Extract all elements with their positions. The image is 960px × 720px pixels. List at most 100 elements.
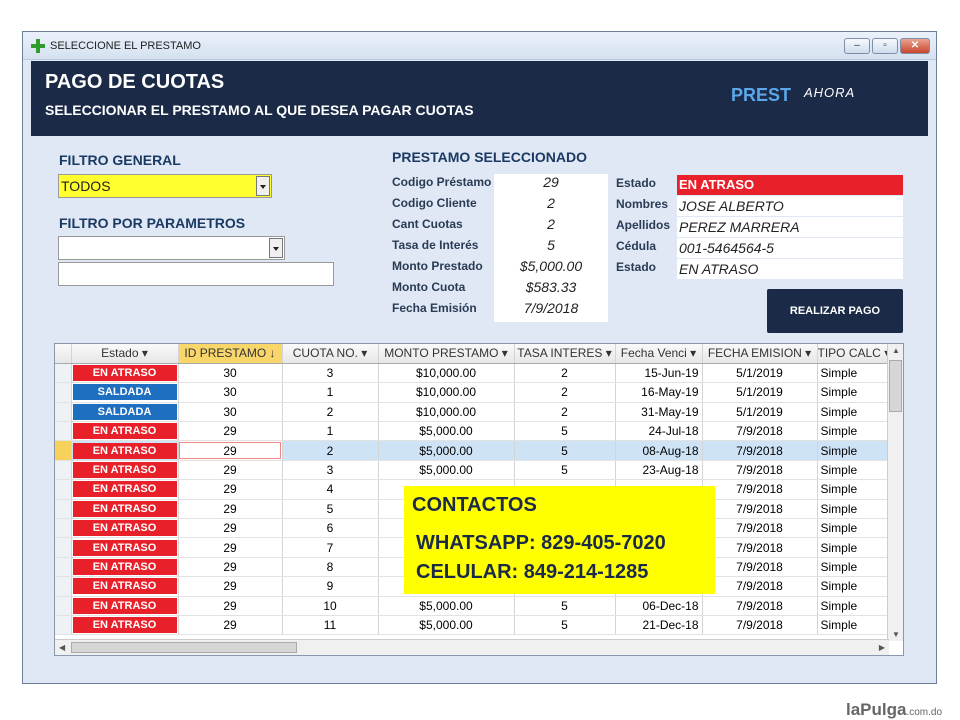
cell-monto-prestamo[interactable]: $5,000.00 <box>378 615 515 636</box>
row-selector[interactable] <box>55 499 72 520</box>
cell-fecha-venci[interactable]: 08-Aug-18 <box>615 440 703 461</box>
cell-fecha-emision[interactable]: 7/9/2018 <box>702 615 818 636</box>
cell-tipo-calc[interactable]: Simple <box>817 499 890 520</box>
cell-id-prestamo[interactable]: 29 <box>178 460 283 481</box>
cell-cuota-no[interactable]: 11 <box>282 615 379 636</box>
row-selector[interactable] <box>55 518 72 539</box>
cell-tasa-interes[interactable]: 5 <box>514 596 616 616</box>
cell-cuota-no[interactable]: 1 <box>282 382 379 403</box>
cell-estado[interactable]: EN ATRASO <box>71 460 179 481</box>
cell-monto-prestamo[interactable]: $5,000.00 <box>378 440 515 461</box>
close-button[interactable]: ✕ <box>900 37 930 54</box>
table-row[interactable]: EN ATRASO 30 3 $10,000.00 2 15-Jun-19 5/1/2019… <box>55 363 890 384</box>
cell-cuota-no[interactable]: 10 <box>282 596 379 616</box>
vertical-scroll-thumb[interactable] <box>889 360 902 412</box>
column-header-tasa-interes[interactable]: TASA INTERES ▾ <box>514 344 616 364</box>
cell-fecha-emision[interactable]: 7/9/2018 <box>702 557 818 578</box>
cell-estado[interactable]: EN ATRASO <box>71 576 179 597</box>
cell-tasa-interes[interactable]: 5 <box>514 460 616 481</box>
cell-estado[interactable]: EN ATRASO <box>71 421 179 442</box>
cell-estado[interactable]: EN ATRASO <box>71 537 179 558</box>
cell-fecha-venci[interactable]: 21-Dec-18 <box>615 615 703 636</box>
cell-tipo-calc[interactable]: Simple <box>817 537 890 558</box>
cell-fecha-venci[interactable]: 15-Jun-19 <box>615 363 703 384</box>
cell-tipo-calc[interactable]: Simple <box>817 421 890 442</box>
param-filter-input[interactable] <box>58 262 334 286</box>
column-header-monto-prestamo[interactable]: MONTO PRESTAMO ▾ <box>378 344 515 364</box>
cell-estado[interactable]: EN ATRASO <box>71 557 179 578</box>
cell-cuota-no[interactable]: 5 <box>282 499 379 520</box>
column-header-id-prestamo[interactable]: ID PRESTAMO ↓ <box>178 344 283 364</box>
scroll-up-icon[interactable]: ▲ <box>892 346 900 355</box>
cell-fecha-emision[interactable]: 7/9/2018 <box>702 537 818 558</box>
row-selector[interactable] <box>55 363 72 384</box>
column-header-fecha-venci[interactable]: Fecha Venci ▾ <box>615 344 703 364</box>
cell-id-prestamo[interactable]: 29 <box>178 596 283 616</box>
cell-estado[interactable]: EN ATRASO <box>71 518 179 539</box>
cell-monto-prestamo[interactable]: $10,000.00 <box>378 382 515 403</box>
cell-tipo-calc[interactable]: Simple <box>817 596 890 616</box>
row-selector[interactable] <box>55 479 72 500</box>
cell-monto-prestamo[interactable]: $5,000.00 <box>378 421 515 442</box>
cell-tasa-interes[interactable]: 2 <box>514 402 616 423</box>
column-header-fecha-emision[interactable]: FECHA EMISION ▾ <box>702 344 818 364</box>
row-selector[interactable] <box>55 615 72 636</box>
cell-tipo-calc[interactable]: Simple <box>817 402 890 423</box>
cell-fecha-emision[interactable]: 5/1/2019 <box>702 402 818 423</box>
cell-cuota-no[interactable]: 9 <box>282 576 379 597</box>
column-header-cuota-no[interactable]: CUOTA NO. ▾ <box>282 344 379 364</box>
cell-tasa-interes[interactable]: 5 <box>514 421 616 442</box>
cell-fecha-emision[interactable]: 7/9/2018 <box>702 596 818 616</box>
param-filter-select[interactable] <box>58 236 285 260</box>
cell-id-prestamo[interactable]: 29 <box>178 518 283 539</box>
cell-tasa-interes[interactable]: 5 <box>514 615 616 636</box>
maximize-button[interactable]: ▫ <box>872 37 898 54</box>
row-selector[interactable] <box>55 596 72 616</box>
cell-cuota-no[interactable]: 2 <box>282 402 379 423</box>
cell-fecha-emision[interactable]: 7/9/2018 <box>702 499 818 520</box>
cell-monto-prestamo[interactable]: $5,000.00 <box>378 460 515 481</box>
cell-tipo-calc[interactable]: Simple <box>817 576 890 597</box>
cell-estado[interactable]: SALDADA <box>71 402 179 423</box>
cell-estado[interactable]: SALDADA <box>71 382 179 403</box>
row-selector[interactable] <box>55 460 72 481</box>
cell-tipo-calc[interactable]: Simple <box>817 615 890 636</box>
cell-fecha-emision[interactable]: 5/1/2019 <box>702 363 818 384</box>
cell-id-prestamo[interactable]: 29 <box>178 421 283 442</box>
cell-id-prestamo[interactable]: 29 <box>178 615 283 636</box>
column-header-tipo-calc[interactable]: TIPO CALC ▾ <box>817 344 890 364</box>
cell-estado[interactable]: EN ATRASO <box>71 499 179 520</box>
cell-cuota-no[interactable]: 3 <box>282 363 379 384</box>
cell-id-prestamo[interactable]: 30 <box>178 363 283 384</box>
table-row[interactable]: EN ATRASO 29 2 $5,000.00 5 08-Aug-18 7/9/2018 S… <box>55 440 890 461</box>
vertical-scrollbar[interactable]: ▲ ▼ <box>887 344 903 641</box>
cell-cuota-no[interactable]: 7 <box>282 537 379 558</box>
cell-tipo-calc[interactable]: Simple <box>817 440 890 461</box>
general-filter-select[interactable]: TODOS <box>58 174 272 198</box>
cell-estado[interactable]: EN ATRASO <box>71 479 179 500</box>
cell-id-prestamo[interactable]: 30 <box>178 402 283 423</box>
cell-fecha-emision[interactable]: 7/9/2018 <box>702 460 818 481</box>
cell-cuota-no[interactable]: 2 <box>282 440 379 461</box>
minimize-button[interactable]: – <box>844 37 870 54</box>
cell-fecha-emision[interactable]: 7/9/2018 <box>702 479 818 500</box>
cell-cuota-no[interactable]: 1 <box>282 421 379 442</box>
cell-tipo-calc[interactable]: Simple <box>817 363 890 384</box>
cell-fecha-emision[interactable]: 7/9/2018 <box>702 576 818 597</box>
cell-estado[interactable]: EN ATRASO <box>71 440 179 461</box>
cell-tipo-calc[interactable]: Simple <box>817 382 890 403</box>
cell-fecha-emision[interactable]: 7/9/2018 <box>702 518 818 539</box>
cell-id-prestamo[interactable]: 29 <box>178 557 283 578</box>
cell-estado[interactable]: EN ATRASO <box>71 596 179 616</box>
row-selector[interactable] <box>55 402 72 423</box>
cell-id-prestamo[interactable]: 30 <box>178 382 283 403</box>
cell-tipo-calc[interactable]: Simple <box>817 460 890 481</box>
cell-fecha-emision[interactable]: 5/1/2019 <box>702 382 818 403</box>
row-selector[interactable] <box>55 537 72 558</box>
row-selector[interactable] <box>55 576 72 597</box>
row-selector[interactable] <box>55 421 72 442</box>
cell-estado[interactable]: EN ATRASO <box>71 363 179 384</box>
cell-fecha-venci[interactable]: 06-Dec-18 <box>615 596 703 616</box>
scroll-right-icon[interactable]: ▶ <box>879 643 885 652</box>
scroll-left-icon[interactable]: ◀ <box>59 643 65 652</box>
